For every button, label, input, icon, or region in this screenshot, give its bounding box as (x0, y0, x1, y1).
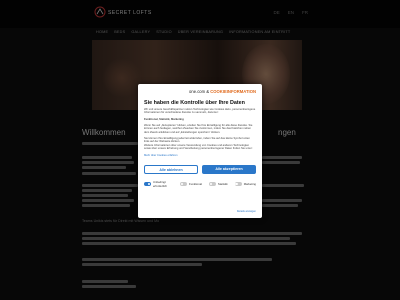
toggle-statistics[interactable] (208, 182, 216, 186)
cookie-purposes: Funktional, Statistik, Marketing (144, 118, 184, 121)
toggle-label-statistics: Statistik (217, 182, 228, 186)
toggle-label-necessary: Unbedingt erforderlich (153, 180, 167, 188)
cookie-intro: Wir und unsere Geschäftspartner nutzen T… (144, 108, 256, 115)
consent-functional[interactable]: Funktional (180, 182, 202, 186)
toggle-label-marketing: Marketing (243, 182, 256, 186)
accept-all-button[interactable]: Alle akzeptieren (202, 165, 256, 174)
consent-necessary[interactable]: Unbedingt erforderlich (144, 180, 173, 188)
reject-all-button[interactable]: Alle ablehnen (144, 165, 198, 174)
consent-toggles: Unbedingt erforderlich Funktional Statis… (144, 180, 256, 188)
cookie-body-3: Weitere Informationen über unsere Verwen… (144, 144, 253, 151)
brand-sep: & (206, 89, 210, 94)
toggle-functional[interactable] (180, 182, 187, 186)
brand-cookieinformation: COOKIEINFORMATION (210, 89, 256, 94)
consent-statistics[interactable]: Statistik (208, 182, 228, 186)
consent-marketing[interactable]: Marketing (234, 182, 256, 186)
cookie-consent-dialog: one.com & COOKIEINFORMATION Sie haben di… (138, 84, 262, 218)
brand-onecom: one.com (189, 89, 206, 94)
cookie-heading: Sie haben die Kontrolle über Ihre Daten (144, 100, 245, 106)
cookie-brand: one.com & COOKIEINFORMATION (189, 89, 256, 94)
toggle-necessary[interactable] (144, 182, 151, 186)
toggle-marketing[interactable] (234, 182, 242, 186)
toggle-label-functional: Funktional (189, 182, 202, 186)
details-link[interactable]: Details anzeigen (237, 210, 256, 213)
cookie-body: Wenn Sie auf „Akzeptieren“ klicken, erte… (144, 124, 253, 134)
cookie-info-link[interactable]: Mehr über Cookies erfahren (144, 154, 256, 157)
cookie-body-2: Sie können Ihre Einwilligung jederzeit w… (144, 137, 250, 144)
